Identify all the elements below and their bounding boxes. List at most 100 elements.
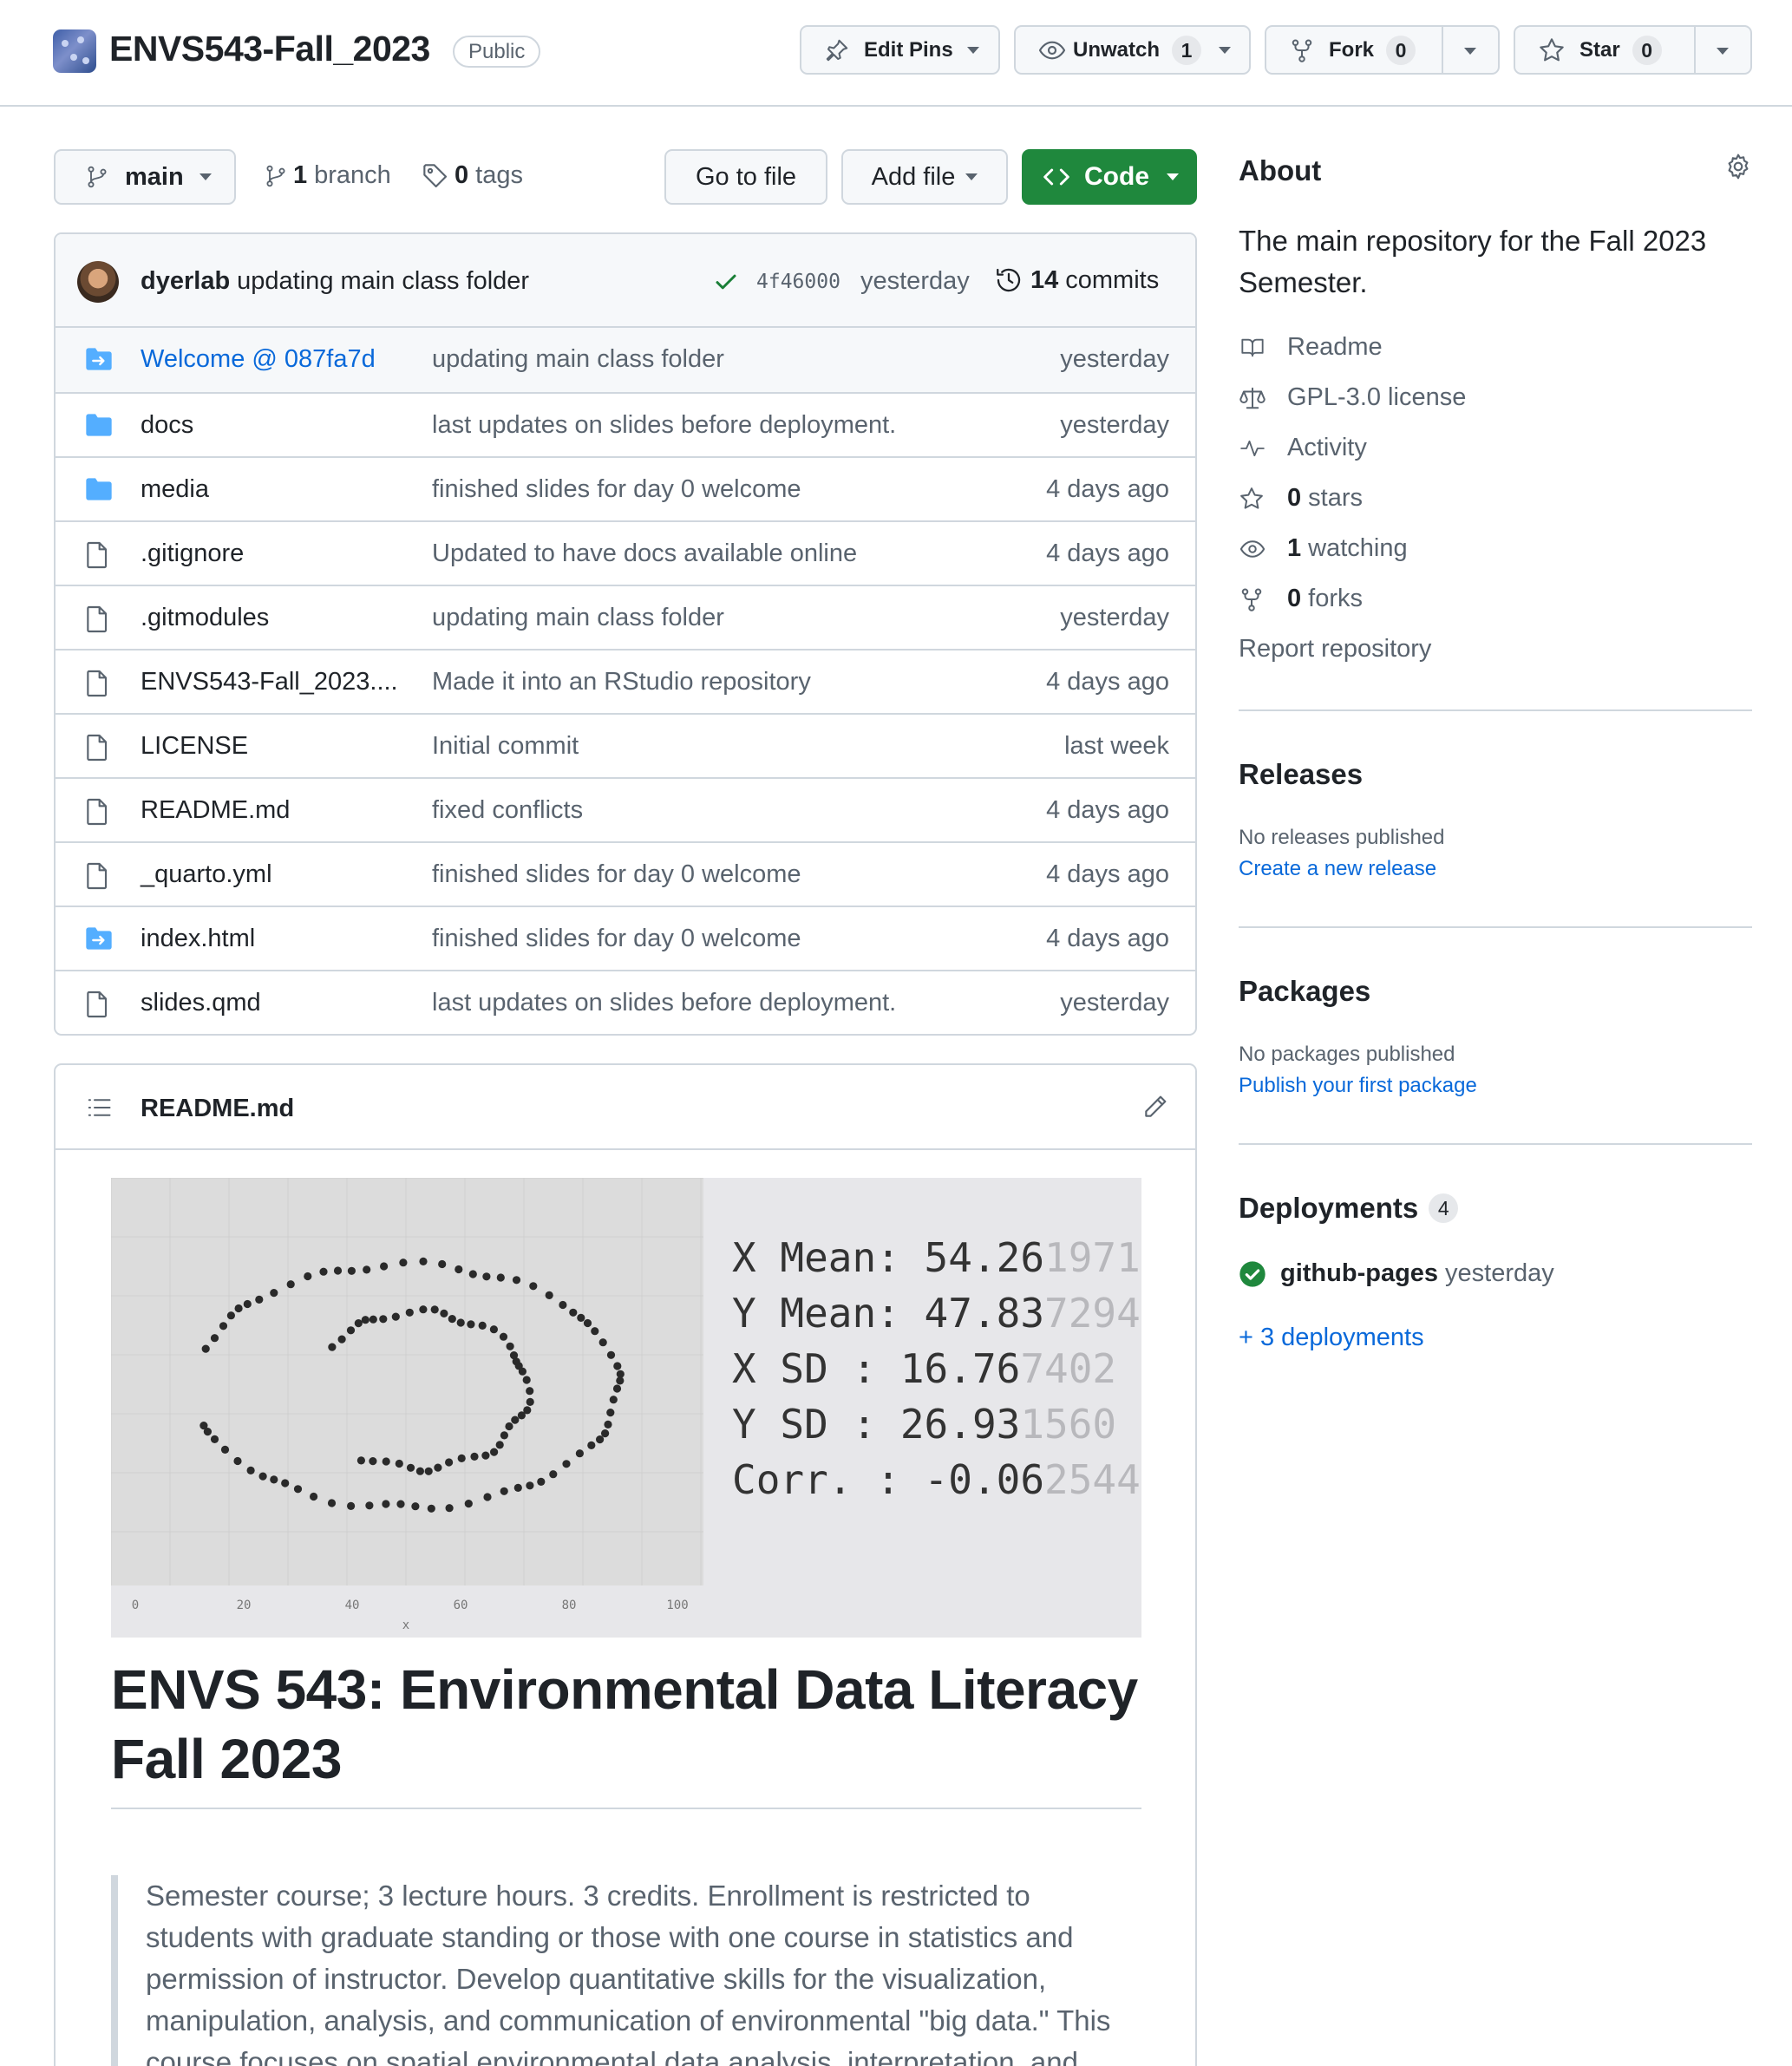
file-commit-message[interactable]: Initial commit	[432, 732, 579, 761]
file-name[interactable]: _quarto.yml	[141, 860, 272, 889]
repo-avatar[interactable]	[53, 29, 96, 73]
scatter-point	[490, 1448, 499, 1456]
file-row[interactable]: media finished slides for day 0 welcome 4 …	[56, 456, 1195, 520]
deployments-title[interactable]: Deployments 4	[1239, 1192, 1459, 1225]
file-name[interactable]: slides.qmd	[141, 989, 261, 1017]
commits-link[interactable]: 14 commits	[994, 265, 1159, 295]
branches-link[interactable]: 1 branch	[264, 161, 391, 190]
create-release-link[interactable]: Create a new release	[1239, 857, 1436, 881]
fork-menu-chevron-icon[interactable]	[1464, 48, 1476, 55]
file-name[interactable]: .gitmodules	[141, 604, 269, 632]
file-name[interactable]: media	[141, 475, 209, 504]
file-row[interactable]: Welcome @ 087fa7d updating main class fol…	[56, 328, 1195, 392]
file-row[interactable]: .gitmodules updating main class folder yes…	[56, 585, 1195, 649]
file-row[interactable]: .gitignore Updated to have docs available…	[56, 520, 1195, 585]
commit-message[interactable]: updating main class folder	[237, 267, 529, 295]
file-name[interactable]: README.md	[141, 796, 290, 825]
scatter-point	[399, 1259, 408, 1267]
fork-label[interactable]: Fork	[1329, 38, 1374, 62]
scatter-point	[549, 1470, 558, 1479]
file-row[interactable]: docs last updates on slides before deploy…	[56, 392, 1195, 456]
axis-tick-label: 60	[454, 1599, 468, 1612]
scatter-point	[495, 1441, 504, 1449]
file-commit-message[interactable]: finished slides for day 0 welcome	[432, 475, 801, 504]
pencil-icon[interactable]	[1141, 1093, 1169, 1121]
file-name[interactable]: Welcome @ 087fa7d	[141, 345, 376, 374]
file-name[interactable]: .gitignore	[141, 539, 244, 568]
file-commit-message[interactable]: finished slides for day 0 welcome	[432, 925, 801, 953]
datasaurus-figure: 0 20 40 60 80 100 x X Mean: 54.261971 Y Mean: 4…	[111, 1178, 1141, 1632]
watching-link[interactable]: 1 watching	[1239, 534, 1408, 563]
file-commit-message[interactable]: Made it into an RStudio repository	[432, 668, 811, 696]
scatter-point	[354, 1319, 363, 1328]
publish-package-link[interactable]: Publish your first package	[1239, 1074, 1477, 1098]
file-commit-date: 4 days ago	[1046, 539, 1169, 567]
readme-blockquote: Semester course; 3 lecture hours. 3 cred…	[111, 1875, 1141, 2066]
file-row[interactable]: index.html finished slides for day 0 welc…	[56, 906, 1195, 970]
license-label: GPL-3.0 license	[1287, 383, 1467, 411]
deployment-env[interactable]: github-pages	[1280, 1259, 1438, 1288]
author-avatar[interactable]	[77, 261, 119, 303]
file-commit-message[interactable]: last updates on slides before deployment…	[432, 989, 896, 1017]
scatter-point	[333, 1266, 343, 1275]
branch-select[interactable]: main	[54, 149, 236, 205]
scatter-point	[440, 1309, 448, 1317]
code-button[interactable]: Code	[1022, 149, 1197, 205]
divider	[1239, 926, 1752, 928]
scatter-point	[445, 1504, 454, 1513]
list-icon[interactable]	[85, 1095, 113, 1121]
file-row[interactable]: slides.qmd last updates on slides before …	[56, 970, 1195, 1034]
scatter-point	[596, 1435, 605, 1444]
tags-link[interactable]: 0 tags	[422, 161, 523, 190]
file-icon	[85, 605, 109, 633]
scatter-point	[506, 1342, 514, 1350]
edit-pins-button[interactable]: Edit Pins	[800, 25, 1000, 75]
add-file-button[interactable]: Add file	[841, 149, 1008, 205]
file-row[interactable]: ENVS543-Fall_2023.... Made it into an RSt…	[56, 649, 1195, 713]
file-row[interactable]: README.md fixed conflicts 4 days ago	[56, 777, 1195, 841]
stars-link[interactable]: 0 stars	[1239, 484, 1363, 513]
releases-title[interactable]: Releases	[1239, 758, 1363, 791]
divider	[1694, 27, 1696, 73]
file-commit-message[interactable]: fixed conflicts	[432, 796, 583, 825]
file-name[interactable]: ENVS543-Fall_2023....	[141, 668, 398, 696]
more-deployments-link[interactable]: + 3 deployments	[1239, 1324, 1424, 1352]
forks-link[interactable]: 0 forks	[1239, 585, 1363, 613]
file-commit-message[interactable]: updating main class folder	[432, 604, 724, 632]
scatter-point	[391, 1312, 400, 1321]
add-file-label: Add file	[871, 162, 956, 191]
unwatch-button[interactable]: Unwatch 1	[1014, 25, 1251, 75]
scatter-point	[382, 1457, 390, 1466]
report-repository-link[interactable]: Report repository	[1239, 635, 1431, 664]
repo-title[interactable]: ENVS543-Fall_2023	[109, 29, 430, 69]
file-name[interactable]: LICENSE	[141, 732, 248, 761]
pulse-icon	[1239, 436, 1266, 461]
commit-date: yesterday	[860, 267, 970, 295]
file-row[interactable]: _quarto.yml finished slides for day 0 wel…	[56, 841, 1195, 906]
activity-link[interactable]: Activity	[1239, 434, 1367, 462]
watching-label: watching	[1308, 534, 1408, 562]
file-commit-message[interactable]: last updates on slides before deployment…	[432, 411, 896, 440]
go-to-file-button[interactable]: Go to file	[664, 149, 827, 205]
commit-sha[interactable]: 4f46000	[756, 271, 840, 293]
file-icon	[85, 991, 109, 1018]
file-name[interactable]: index.html	[141, 925, 255, 953]
file-name[interactable]: docs	[141, 411, 193, 440]
report-label: Report repository	[1239, 635, 1432, 663]
license-link[interactable]: GPL-3.0 license	[1239, 383, 1466, 412]
readme-link[interactable]: Readme	[1239, 333, 1383, 362]
gear-icon[interactable]	[1724, 153, 1752, 180]
star-menu-chevron-icon[interactable]	[1717, 48, 1729, 55]
releases-empty: No releases published	[1239, 826, 1445, 849]
file-commit-message[interactable]: Updated to have docs available online	[432, 539, 857, 568]
file-commit-message[interactable]: updating main class folder	[432, 345, 724, 374]
scatter-point	[562, 1460, 571, 1468]
star-label[interactable]: Star	[1579, 38, 1620, 62]
packages-title[interactable]: Packages	[1239, 975, 1370, 1008]
file-row[interactable]: LICENSE Initial commit last week	[56, 713, 1195, 777]
scatter-point	[419, 1305, 428, 1314]
file-commit-message[interactable]: finished slides for day 0 welcome	[432, 860, 801, 889]
deployment-github-pages[interactable]: github-pages yesterday	[1239, 1259, 1554, 1288]
check-icon[interactable]	[713, 269, 739, 295]
commit-author[interactable]: dyerlab	[141, 267, 230, 295]
